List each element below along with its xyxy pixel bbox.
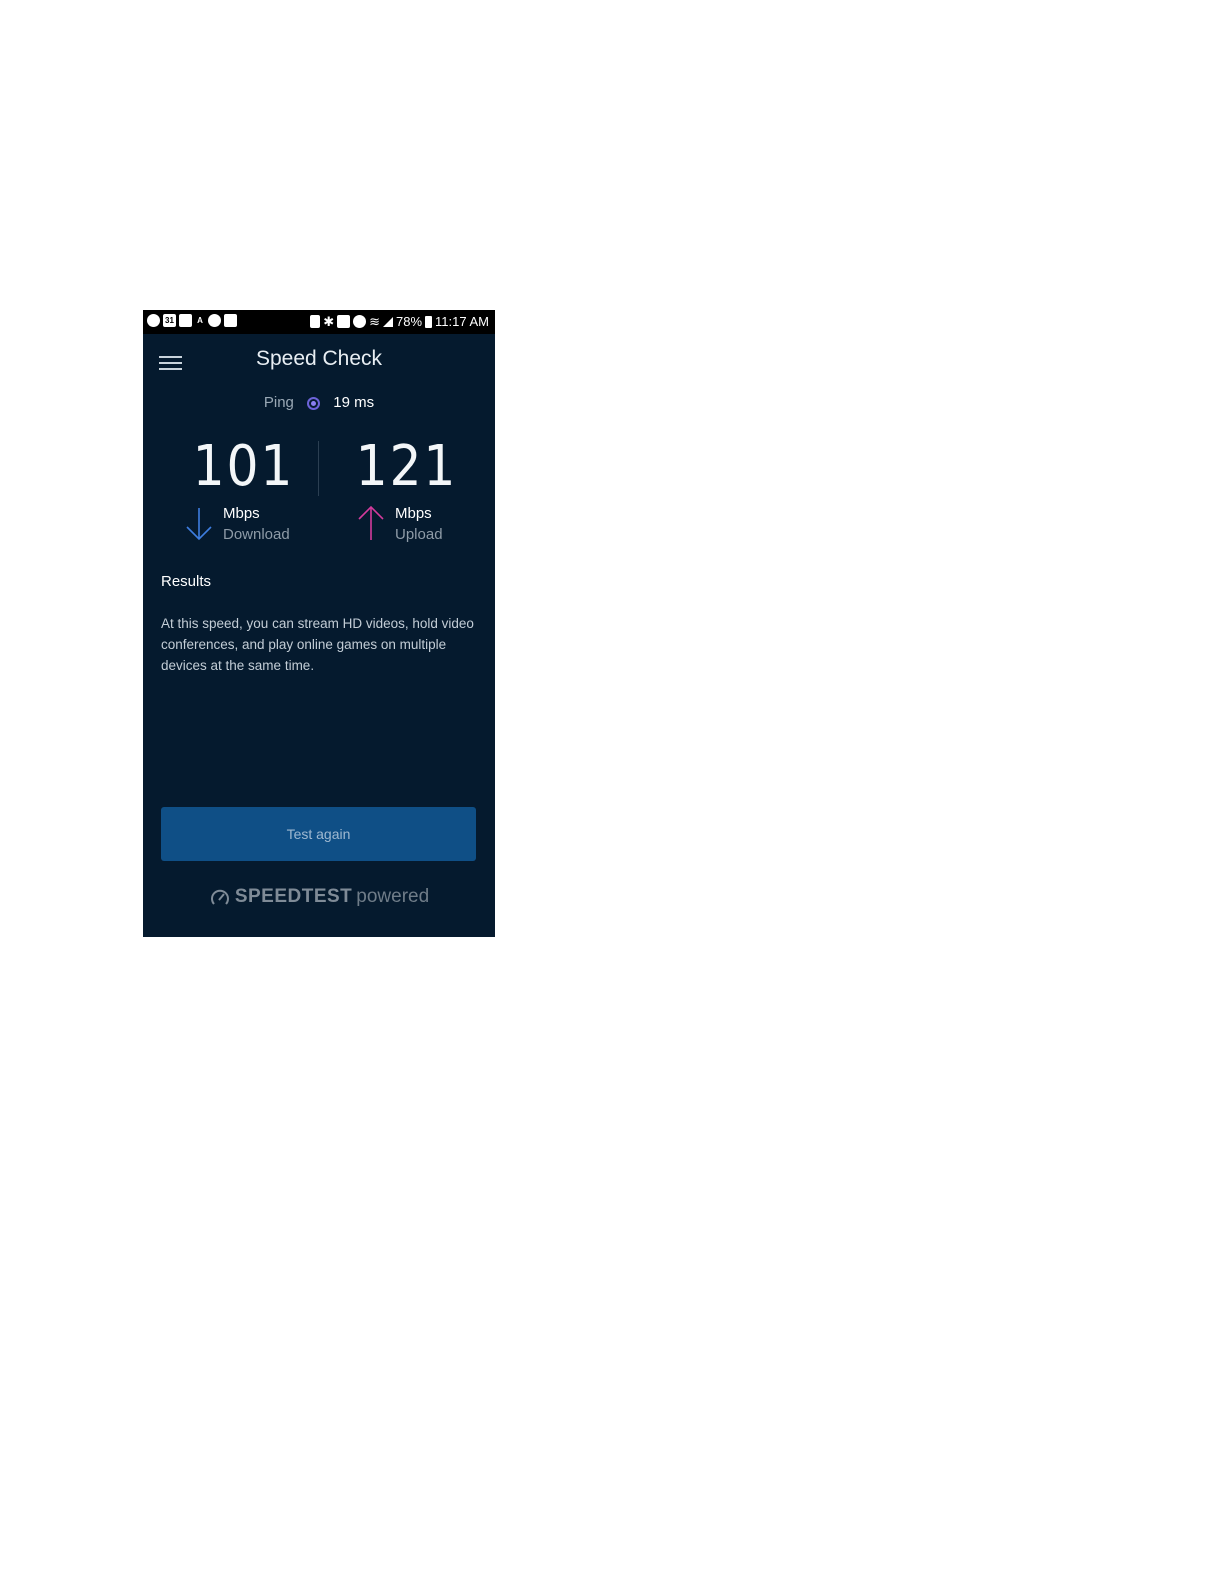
download-unit: Mbps [223,505,260,522]
speedtest-powered-logo: SPEEDTEST powered [143,886,495,908]
upload-label: Upload [395,526,443,543]
powered-word: powered [356,886,430,907]
lock-icon [310,315,321,328]
ping-label: Ping [263,394,294,411]
app-icon [147,314,160,327]
signal-icon [383,316,393,327]
page-title: Speed Check [255,347,383,370]
clock: 11:17 AM [435,314,489,329]
spotify-icon [208,314,221,327]
alarm-icon [353,315,367,328]
battery-percent: 78% [396,314,423,329]
battery-icon [425,315,433,328]
results-title: Results [161,573,212,590]
wifi-icon: ≋ [369,314,380,329]
status-bar-left-icons: 31 A [147,314,237,327]
ping-row: Ping 19 ms [143,394,495,411]
phone-screen: 31 A ✱ ≋ 78% 11:17 AM Speed Check Ping 1… [143,310,495,937]
download-arrow-icon [186,508,212,541]
translate-icon: A [197,316,203,325]
nfc-icon [337,315,351,328]
ping-dot-icon [307,396,321,410]
download-label: Download [223,526,290,543]
upload-speed: 121 [355,434,458,499]
speedtest-brand: SPEEDTEST [234,886,353,907]
ping-value: 19 ms [333,394,375,411]
calendar-icon: 31 [163,314,176,327]
mail-icon [224,314,237,327]
results-text: At this speed, you can stream HD videos,… [161,616,474,673]
test-again-button[interactable]: Test again [161,807,476,861]
outlook-icon [179,314,192,327]
speedometer-icon [210,889,229,905]
status-bar-right-icons: ✱ ≋ 78% 11:17 AM [310,314,489,329]
bluetooth-icon: ✱ [323,314,335,329]
speed-divider [318,441,319,496]
download-speed: 101 [192,434,295,499]
upload-unit: Mbps [395,505,432,522]
upload-arrow-icon [358,505,384,540]
status-bar: 31 A ✱ ≋ 78% 11:17 AM [143,310,495,334]
